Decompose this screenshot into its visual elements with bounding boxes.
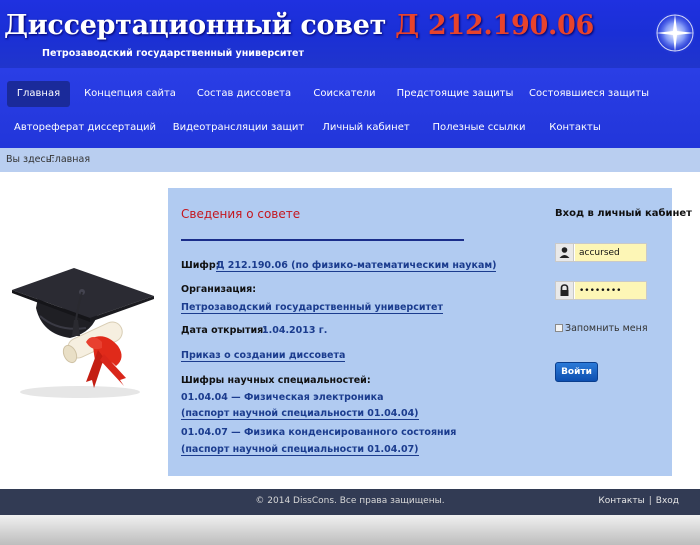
page-bottom-background — [0, 515, 700, 545]
star-logo-icon — [653, 11, 697, 55]
nav-item-cabinet[interactable]: Личный кабинет — [318, 115, 414, 141]
specialty-2-passport-link[interactable]: (паспорт научной специальности 01.04.07) — [181, 444, 419, 456]
footer-copyright: © 2014 DissCons. Все права защищены. — [255, 496, 445, 506]
specialty-1-passport-link[interactable]: (паспорт научной специальности 01.04.04) — [181, 408, 419, 420]
nav-item-home[interactable]: Главная — [7, 81, 70, 107]
nav-item-past[interactable]: Состоявшиеся защиты — [528, 81, 650, 107]
nav-item-council[interactable]: Состав диссовета — [193, 81, 295, 107]
nav-item-concept[interactable]: Концепция сайта — [80, 81, 180, 107]
breadcrumb-prefix: Вы здесь: — [6, 154, 55, 165]
date-label: Дата открытия: — [181, 325, 268, 336]
footer-login-link[interactable]: Вход — [656, 496, 679, 506]
nav-item-abstracts[interactable]: Автореферат диссертаций — [10, 115, 160, 141]
title-divider — [181, 239, 464, 241]
cipher-link[interactable]: Д 212.190.06 (по физико-математическим н… — [216, 260, 497, 272]
site-title-code: Д 212.190.06 — [395, 10, 595, 41]
nav-item-video[interactable]: Видеотрансляции защит — [172, 115, 305, 141]
site-title-main: Диссертационный совет — [4, 10, 396, 41]
login-title: Вход в личный кабинет — [555, 208, 692, 219]
nav-item-contacts[interactable]: Контакты — [543, 115, 607, 141]
remember-me-label: Запомнить меня — [565, 323, 648, 334]
org-label: Организация: — [181, 284, 256, 295]
footer-contacts-link[interactable]: Контакты — [598, 496, 644, 506]
breadcrumb-current: Главная — [49, 154, 91, 165]
site-title: Диссертационный совет Д 212.190.06 — [4, 10, 594, 41]
order-link[interactable]: Приказ о создании диссовета — [181, 350, 346, 362]
login-button[interactable]: Войти — [555, 362, 598, 382]
date-value: 1.04.2013 г. — [262, 325, 328, 336]
site-header: Диссертационный совет Д 212.190.06 Петро… — [0, 0, 700, 68]
site-subtitle: Петрозаводский государственный университ… — [42, 48, 304, 59]
remember-me-checkbox[interactable] — [555, 324, 563, 332]
breadcrumb: Вы здесь: Главная — [0, 148, 700, 172]
footer-links: Контакты | Вход — [598, 496, 679, 506]
main-panel: Сведения о совете Шифр: Д 212.190.06 (по… — [168, 188, 692, 476]
user-icon — [556, 244, 574, 261]
org-link[interactable]: Петрозаводский государственный университ… — [181, 302, 443, 314]
specialty-2: 01.04.07 — Физика конденсированного сост… — [181, 427, 457, 438]
footer-separator: | — [648, 496, 652, 506]
specialties-label: Шифры научных специальностей: — [181, 375, 371, 386]
specialty-1: 01.04.04 — Физическая электроника — [181, 392, 384, 403]
nav-item-links[interactable]: Полезные ссылки — [427, 115, 531, 141]
remember-me[interactable]: Запомнить меня — [555, 323, 648, 334]
section-title: Сведения о совете — [181, 207, 301, 221]
graduation-cap-image — [8, 262, 158, 402]
password-field[interactable] — [555, 281, 647, 300]
password-input[interactable] — [575, 282, 646, 299]
lock-icon — [556, 282, 574, 299]
cipher-label: Шифр: — [181, 260, 220, 271]
main-nav: Главная Концепция сайта Состав диссовета… — [0, 68, 700, 148]
username-input[interactable] — [575, 244, 646, 261]
nav-item-applicants[interactable]: Соискатели — [307, 81, 382, 107]
nav-item-upcoming[interactable]: Предстоящие защиты — [395, 81, 515, 107]
site-footer: © 2014 DissCons. Все права защищены. Кон… — [0, 489, 700, 515]
username-field[interactable] — [555, 243, 647, 262]
